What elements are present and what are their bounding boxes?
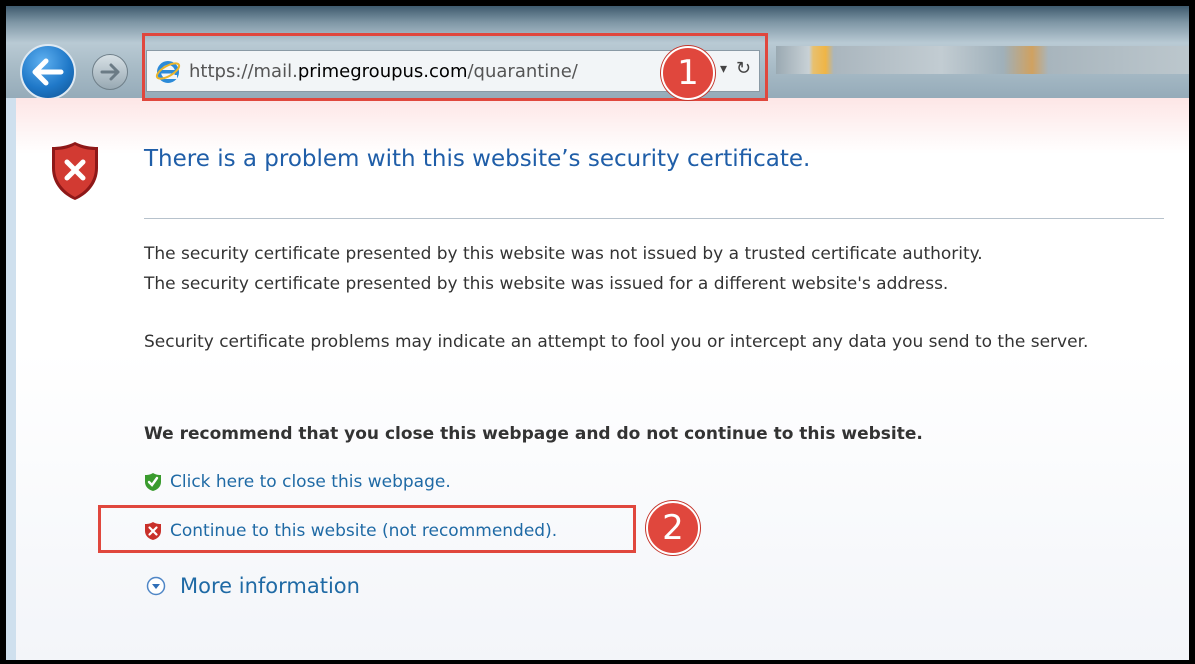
- arrow-right-icon: [100, 63, 120, 81]
- green-check-shield-icon: [145, 473, 161, 491]
- close-webpage-link[interactable]: Click here to close this webpage.: [144, 472, 451, 492]
- certificate-error-page: There is a problem with this website’s s…: [16, 98, 1189, 660]
- chevron-down-circle-icon: [146, 576, 166, 596]
- description-line-1: The security certificate presented by th…: [144, 244, 983, 264]
- divider: [144, 218, 1164, 219]
- annotation-badge-2: 2: [646, 501, 700, 555]
- description-line-2: The security certificate presented by th…: [144, 274, 949, 294]
- annotation-badge-1: 1: [661, 46, 715, 100]
- forward-button[interactable]: [92, 54, 128, 90]
- recommendation-text: We recommend that you close this webpage…: [144, 424, 923, 444]
- back-button[interactable]: [20, 44, 76, 100]
- more-information-label[interactable]: More information: [180, 574, 360, 598]
- error-shield-icon: [52, 142, 98, 200]
- more-information-toggle[interactable]: More information: [146, 574, 360, 598]
- close-webpage-link-label[interactable]: Click here to close this webpage.: [170, 472, 451, 492]
- page-title: There is a problem with this website’s s…: [144, 146, 811, 172]
- annotation-box-2: [98, 505, 636, 553]
- blurred-tab-area: [776, 46, 1189, 74]
- browser-window: https://mail.primegroupus.com/quarantine…: [6, 6, 1189, 660]
- warning-text: Security certificate problems may indica…: [144, 332, 1089, 352]
- arrow-left-icon: [32, 58, 64, 86]
